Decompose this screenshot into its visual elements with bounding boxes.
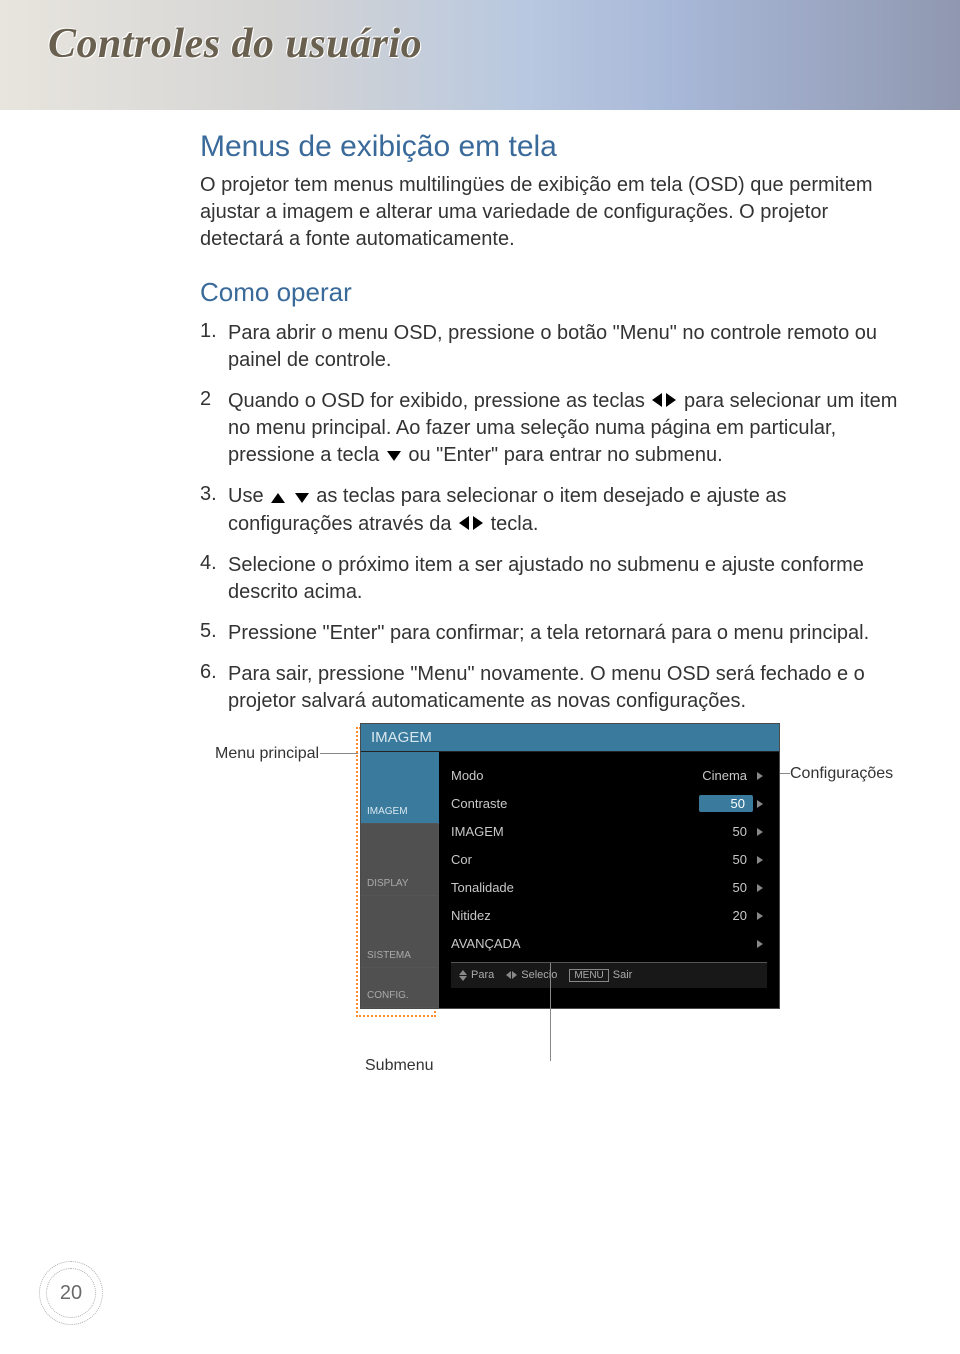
segment: tecla. — [491, 513, 539, 535]
osd-row-tonalidade[interactable]: Tonalidade 50 — [451, 874, 767, 902]
osd-tab-imagem[interactable]: IMAGEM — [361, 752, 439, 824]
footer-nav-updown: Para — [459, 969, 494, 981]
segment: Use — [228, 485, 269, 507]
osd-setting-value: 50 — [699, 795, 753, 812]
osd-setting-label: AVANÇADA — [451, 936, 699, 951]
section-title: Menus de exibição em tela — [200, 130, 900, 164]
down-arrow-icon — [295, 484, 309, 511]
chevron-right-icon — [753, 852, 767, 867]
footer-label: Selecio — [521, 969, 557, 981]
osd-setting-value: 20 — [699, 908, 753, 923]
down-arrow-icon — [387, 442, 401, 469]
right-arrow-icon — [512, 971, 517, 979]
osd-row-cor[interactable]: Cor 50 — [451, 846, 767, 874]
step-text: Para abrir o menu OSD, pressione o botão… — [228, 320, 900, 374]
left-arrow-icon — [459, 511, 469, 538]
step-text: Quando o OSD for exibido, pressione as t… — [228, 388, 900, 469]
howto-title: Como operar — [200, 277, 900, 308]
osd-setting-label: IMAGEM — [451, 824, 699, 839]
osd-settings-panel: Modo Cinema Contraste 50 IMAGEM 50 — [439, 752, 779, 1008]
osd-setting-value: Cinema — [699, 768, 753, 783]
chevron-right-icon — [753, 824, 767, 839]
chevron-right-icon — [753, 880, 767, 895]
step-number: 6. — [200, 661, 228, 715]
right-arrow-icon — [473, 511, 483, 538]
osd-row-avancada[interactable]: AVANÇADA — [451, 930, 767, 958]
callout-line — [320, 753, 358, 754]
footer-label: Sair — [613, 969, 633, 981]
step-text: Selecione o próximo item a ser ajustado … — [228, 552, 900, 606]
left-arrow-icon — [652, 388, 662, 415]
content-area: Menus de exibição em tela O projetor tem… — [0, 110, 960, 1009]
osd-diagram: Menu principal Configurações IMAGEM IMAG… — [170, 723, 890, 1009]
chevron-right-icon — [753, 796, 767, 811]
step-number: 3. — [200, 483, 228, 537]
osd-row-modo[interactable]: Modo Cinema — [451, 762, 767, 790]
footer-label: Para — [471, 969, 494, 981]
osd-row-nitidez[interactable]: Nitidez 20 — [451, 902, 767, 930]
callout-main-menu: Menu principal — [215, 745, 319, 763]
step-4: 4. Selecione o próximo item a ser ajusta… — [200, 552, 900, 606]
step-number: 1. — [200, 320, 228, 374]
step-number: 4. — [200, 552, 228, 606]
osd-footer: Para Selecio MENU Sair — [451, 962, 767, 988]
step-number: 2 — [200, 388, 228, 469]
osd-tab-display[interactable]: DISPLAY — [361, 824, 439, 896]
osd-row-imagem[interactable]: IMAGEM 50 — [451, 818, 767, 846]
osd-setting-label: Nitidez — [451, 908, 699, 923]
left-arrow-icon — [506, 971, 511, 979]
step-text: Use as teclas para selecionar o item des… — [228, 483, 900, 537]
page-number-value: 20 — [60, 1282, 82, 1305]
right-arrow-icon — [666, 388, 676, 415]
callout-settings: Configurações — [790, 765, 893, 783]
intro-text: O projetor tem menus multilingües de exi… — [200, 172, 900, 253]
steps-list: 1. Para abrir o menu OSD, pressione o bo… — [200, 320, 900, 715]
osd-setting-label: Tonalidade — [451, 880, 699, 895]
step-text: Para sair, pressione "Menu" novamente. O… — [228, 661, 900, 715]
header-banner: Controles do usuário — [0, 0, 960, 110]
segment: Quando o OSD for exibido, pressione as t… — [228, 390, 650, 412]
up-arrow-icon — [271, 484, 285, 511]
down-arrow-icon — [459, 976, 467, 981]
osd-sidebar: IMAGEM DISPLAY SISTEMA CONFIG. — [361, 752, 439, 1008]
osd-setting-value: 50 — [699, 880, 753, 895]
menu-key-icon: MENU — [569, 969, 608, 982]
osd-header: IMAGEM — [361, 724, 779, 752]
step-5: 5. Pressione "Enter" para confirmar; a t… — [200, 620, 900, 647]
step-text: Pressione "Enter" para confirmar; a tela… — [228, 620, 869, 647]
osd-screenshot: IMAGEM IMAGEM DISPLAY SISTEMA CONFIG. Mo… — [360, 723, 780, 1009]
step-3: 3. Use as teclas para selecionar o item … — [200, 483, 900, 537]
chevron-right-icon — [753, 908, 767, 923]
callout-submenu: Submenu — [365, 1057, 434, 1075]
segment: ou "Enter" para entrar no submenu. — [408, 444, 722, 466]
page-number: 20 — [40, 1262, 102, 1324]
osd-tab-config[interactable]: CONFIG. — [361, 968, 439, 1008]
osd-setting-label: Cor — [451, 852, 699, 867]
osd-body: IMAGEM DISPLAY SISTEMA CONFIG. Modo Cine… — [361, 752, 779, 1008]
osd-row-contraste[interactable]: Contraste 50 — [451, 790, 767, 818]
up-arrow-icon — [459, 970, 467, 975]
osd-setting-value: 50 — [699, 852, 753, 867]
page-title: Controles do usuário — [48, 20, 422, 68]
step-2: 2 Quando o OSD for exibido, pressione as… — [200, 388, 900, 469]
step-6: 6. Para sair, pressione "Menu" novamente… — [200, 661, 900, 715]
footer-menu-exit: MENU Sair — [569, 969, 632, 982]
osd-tab-sistema[interactable]: SISTEMA — [361, 896, 439, 968]
osd-setting-label: Contraste — [451, 796, 699, 811]
osd-setting-label: Modo — [451, 768, 699, 783]
step-1: 1. Para abrir o menu OSD, pressione o bo… — [200, 320, 900, 374]
chevron-right-icon — [753, 768, 767, 783]
chevron-right-icon — [753, 936, 767, 951]
callout-line — [550, 963, 551, 1061]
osd-setting-value: 50 — [699, 824, 753, 839]
step-number: 5. — [200, 620, 228, 647]
